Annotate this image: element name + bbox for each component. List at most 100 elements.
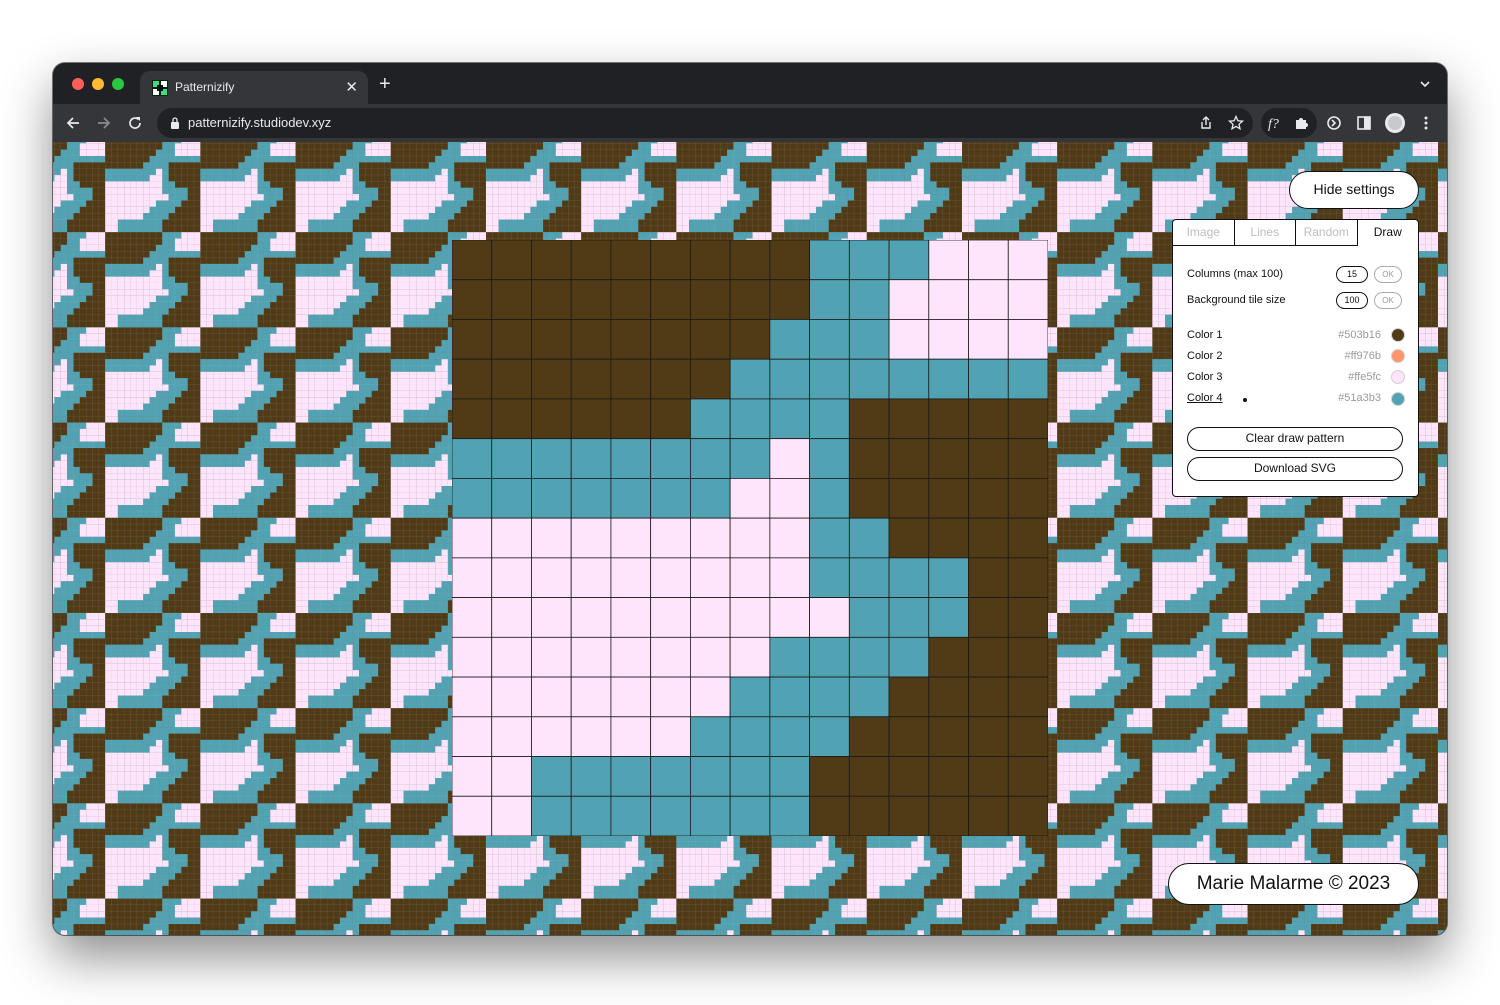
grid-cell[interactable] (651, 518, 691, 558)
grid-cell[interactable] (690, 677, 730, 717)
grid-cell[interactable] (531, 478, 571, 518)
grid-cell[interactable] (690, 558, 730, 598)
grid-cell[interactable] (889, 439, 929, 479)
grid-cell[interactable] (531, 518, 571, 558)
grid-cell[interactable] (571, 757, 611, 797)
grid-cell[interactable] (810, 717, 850, 757)
grid-cell[interactable] (969, 280, 1009, 320)
chevron-down-icon[interactable] (1419, 78, 1431, 90)
grid-cell[interactable] (690, 359, 730, 399)
grid-cell[interactable] (531, 240, 571, 280)
grid-cell[interactable] (810, 637, 850, 677)
grid-cell[interactable] (770, 558, 810, 598)
grid-cell[interactable] (730, 319, 770, 359)
grid-cell[interactable] (452, 598, 492, 638)
grid-cell[interactable] (611, 637, 651, 677)
grid-cell[interactable] (690, 399, 730, 439)
grid-cell[interactable] (452, 478, 492, 518)
grid-cell[interactable] (690, 478, 730, 518)
grid-cell[interactable] (929, 518, 969, 558)
grid-cell[interactable] (651, 558, 691, 598)
grid-cell[interactable] (492, 359, 532, 399)
grid-cell[interactable] (531, 796, 571, 836)
grid-cell[interactable] (849, 240, 889, 280)
grid-cell[interactable] (531, 757, 571, 797)
grid-cell[interactable] (531, 319, 571, 359)
grid-cell[interactable] (770, 717, 810, 757)
grid-cell[interactable] (929, 319, 969, 359)
reload-icon[interactable] (126, 114, 144, 132)
color-3-swatch[interactable] (1391, 370, 1405, 384)
tab-random[interactable]: Random (1296, 220, 1358, 246)
bookmark-star-icon[interactable] (1227, 114, 1245, 132)
grid-cell[interactable] (651, 757, 691, 797)
grid-cell[interactable] (651, 359, 691, 399)
grid-cell[interactable] (611, 717, 651, 757)
grid-cell[interactable] (531, 677, 571, 717)
grid-cell[interactable] (730, 280, 770, 320)
grid-cell[interactable] (1008, 717, 1048, 757)
grid-cell[interactable] (770, 280, 810, 320)
grid-cell[interactable] (889, 558, 929, 598)
address-bar[interactable]: patternizify.studiodev.xyz (157, 108, 1253, 138)
grid-cell[interactable] (889, 637, 929, 677)
grid-cell[interactable] (730, 637, 770, 677)
grid-cell[interactable] (452, 280, 492, 320)
grid-cell[interactable] (611, 399, 651, 439)
grid-cell[interactable] (889, 478, 929, 518)
grid-cell[interactable] (651, 598, 691, 638)
grid-cell[interactable] (730, 518, 770, 558)
grid-cell[interactable] (690, 319, 730, 359)
grid-cell[interactable] (492, 240, 532, 280)
clear-draw-pattern-button[interactable]: Clear draw pattern (1187, 427, 1403, 451)
browser-tab[interactable]: Patternizify ✕ (140, 71, 368, 104)
grid-cell[interactable] (929, 439, 969, 479)
grid-cell[interactable] (571, 598, 611, 638)
color-4-swatch[interactable] (1391, 392, 1405, 406)
grid-cell[interactable] (730, 399, 770, 439)
grid-cell[interactable] (1008, 359, 1048, 399)
grid-cell[interactable] (810, 518, 850, 558)
grid-cell[interactable] (1008, 319, 1048, 359)
grid-cell[interactable] (1008, 280, 1048, 320)
close-window-button[interactable] (72, 78, 84, 90)
grid-cell[interactable] (889, 240, 929, 280)
grid-cell[interactable] (611, 439, 651, 479)
grid-cell[interactable] (929, 359, 969, 399)
grid-cell[interactable] (651, 399, 691, 439)
grid-cell[interactable] (452, 677, 492, 717)
grid-cell[interactable] (531, 439, 571, 479)
grid-cell[interactable] (889, 598, 929, 638)
extensions-puzzle-icon[interactable] (1293, 114, 1311, 132)
grid-cell[interactable] (1008, 518, 1048, 558)
grid-cell[interactable] (690, 637, 730, 677)
grid-cell[interactable] (690, 796, 730, 836)
grid-cell[interactable] (810, 478, 850, 518)
grid-cell[interactable] (730, 757, 770, 797)
grid-cell[interactable] (611, 558, 651, 598)
grid-cell[interactable] (492, 319, 532, 359)
grid-cell[interactable] (889, 359, 929, 399)
grid-cell[interactable] (651, 796, 691, 836)
back-arrow-icon[interactable] (64, 114, 82, 132)
grid-cell[interactable] (452, 637, 492, 677)
grid-cell[interactable] (730, 439, 770, 479)
grid-cell[interactable] (571, 717, 611, 757)
grid-cell[interactable] (770, 439, 810, 479)
grid-cell[interactable] (492, 637, 532, 677)
grid-cell[interactable] (1008, 637, 1048, 677)
grid-cell[interactable] (810, 399, 850, 439)
grid-cell[interactable] (770, 796, 810, 836)
grid-cell[interactable] (849, 637, 889, 677)
grid-cell[interactable] (849, 439, 889, 479)
close-tab-icon[interactable]: ✕ (345, 78, 358, 96)
grid-cell[interactable] (929, 240, 969, 280)
grid-cell[interactable] (849, 518, 889, 558)
grid-cell[interactable] (452, 439, 492, 479)
grid-cell[interactable] (810, 439, 850, 479)
grid-cell[interactable] (492, 677, 532, 717)
grid-cell[interactable] (730, 598, 770, 638)
grid-cell[interactable] (492, 558, 532, 598)
grid-cell[interactable] (690, 439, 730, 479)
grid-cell[interactable] (492, 518, 532, 558)
